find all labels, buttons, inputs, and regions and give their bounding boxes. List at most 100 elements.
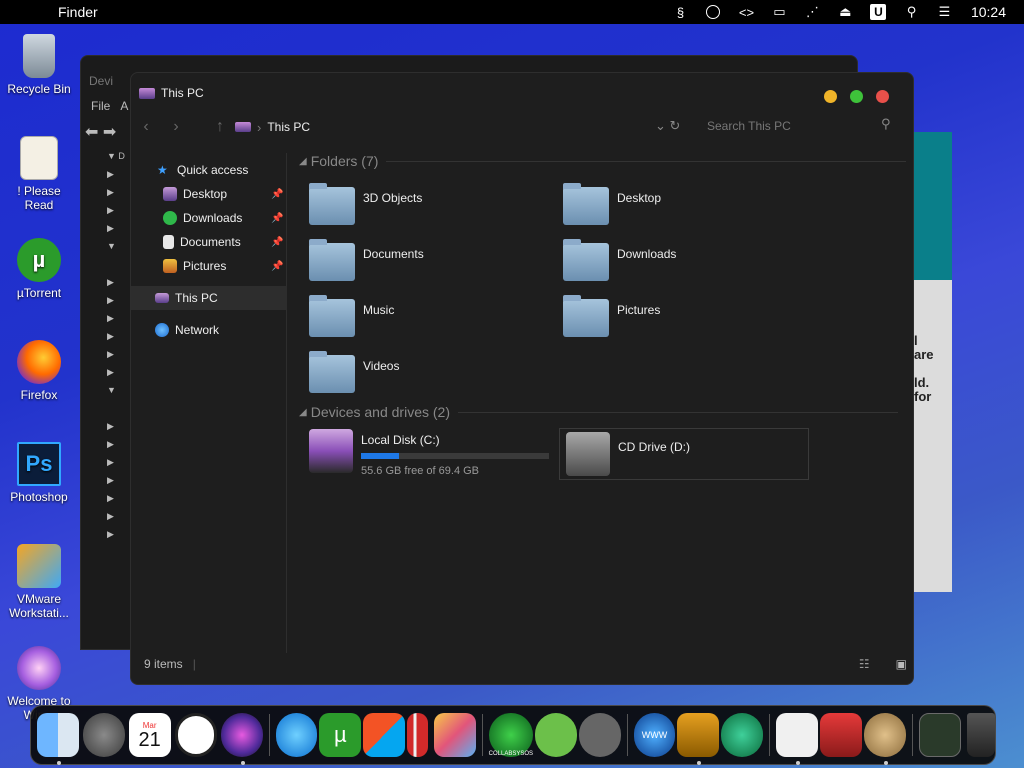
nav-item-quick-access[interactable]: ★ Quick access bbox=[131, 158, 287, 182]
music-folder-icon bbox=[309, 295, 355, 337]
documents-folder-icon bbox=[309, 239, 355, 281]
folder-videos[interactable]: Videos bbox=[309, 351, 549, 405]
dock-finder-icon[interactable] bbox=[37, 713, 79, 765]
drive-local-disk-c[interactable]: Local Disk (C:) 55.6 GB free of 69.4 GB bbox=[309, 429, 555, 481]
folder-documents[interactable]: Documents bbox=[309, 239, 549, 293]
utorrent-icon: µ bbox=[17, 238, 61, 282]
pictures-icon bbox=[163, 259, 177, 273]
cube-folder-icon bbox=[309, 183, 355, 225]
tree-expander[interactable]: ▼ D bbox=[107, 151, 131, 169]
drive-label: Local Disk (C:) bbox=[361, 433, 440, 447]
desktop-icon-label: VMware Workstati... bbox=[9, 592, 69, 620]
dock-www-icon[interactable]: WWW bbox=[633, 713, 676, 757]
code-icon[interactable]: <> bbox=[730, 0, 763, 24]
dock-utorrent-icon[interactable]: µ bbox=[319, 713, 362, 757]
dock-terminal-icon[interactable] bbox=[918, 713, 961, 757]
dock-clock-icon[interactable] bbox=[174, 713, 217, 757]
nav-item-this-pc[interactable]: This PC bbox=[131, 286, 287, 310]
nav-item-network[interactable]: Network bbox=[131, 318, 287, 342]
folder-music[interactable]: Music bbox=[309, 295, 549, 349]
refresh-icon[interactable]: ⌄ ↻ bbox=[655, 118, 680, 134]
dock-trash-icon[interactable] bbox=[966, 713, 996, 757]
eject-icon[interactable]: ⏏ bbox=[829, 0, 862, 24]
desktop-icon-firefox[interactable]: Firefox bbox=[4, 340, 74, 402]
desktop-icon bbox=[163, 187, 177, 201]
dock-utilities-icon[interactable] bbox=[578, 713, 621, 757]
dock-collabsysos-icon[interactable]: COLLABSYSOS bbox=[489, 713, 533, 757]
display-icon[interactable]: ▭ bbox=[763, 0, 796, 24]
up-icon[interactable]: ↑ bbox=[205, 118, 235, 136]
dock-calendar-icon[interactable]: Mar 21 bbox=[128, 713, 171, 757]
close-button[interactable] bbox=[876, 90, 889, 103]
collapse-icon[interactable]: ◢ bbox=[299, 156, 307, 167]
minimize-button[interactable] bbox=[824, 90, 837, 103]
u-app-icon[interactable]: U bbox=[862, 0, 895, 24]
back-icon[interactable]: ‹ bbox=[131, 118, 161, 136]
dock: Mar 21 µ COLLABSYSOS WWW bbox=[30, 705, 996, 765]
breadcrumb[interactable]: This PC bbox=[267, 120, 310, 134]
control-center-icon[interactable]: ☰ bbox=[928, 0, 961, 24]
dock-toolbox-icon[interactable] bbox=[819, 713, 862, 757]
back-forward-arrows-icon[interactable]: ⬅ ➡ bbox=[85, 122, 116, 142]
dock-parallels-icon[interactable] bbox=[407, 713, 429, 757]
desktop-icon-recycle-bin[interactable]: Recycle Bin bbox=[4, 34, 74, 96]
power-icon[interactable] bbox=[697, 0, 730, 24]
window-title: This PC bbox=[161, 86, 204, 100]
nav-item-pictures[interactable]: Pictures 📌 bbox=[131, 254, 287, 278]
pin-icon[interactable]: 📌 bbox=[271, 189, 283, 200]
dock-money-bag-icon[interactable] bbox=[863, 713, 906, 765]
vmware-icon bbox=[17, 544, 61, 588]
zoom-button[interactable] bbox=[850, 90, 863, 103]
dock-link-icon[interactable] bbox=[534, 713, 577, 757]
folders-group-header[interactable]: ◢ Folders (7) bbox=[299, 153, 907, 169]
nav-item-desktop[interactable]: Desktop 📌 bbox=[131, 182, 287, 206]
dock-documents-icon[interactable] bbox=[776, 713, 818, 765]
forward-icon[interactable]: › bbox=[161, 118, 191, 136]
desktop-icon-label: µTorrent bbox=[16, 286, 62, 300]
dock-safari-icon[interactable] bbox=[275, 713, 318, 757]
desktop-icon-please-read[interactable]: ! Please Read bbox=[4, 136, 74, 212]
dock-windows-icon[interactable] bbox=[363, 713, 406, 757]
star-icon: ★ bbox=[157, 163, 168, 177]
nav-item-downloads[interactable]: Downloads 📌 bbox=[131, 206, 287, 230]
folder-downloads[interactable]: Downloads bbox=[563, 239, 803, 293]
folder-desktop[interactable]: Desktop bbox=[563, 183, 803, 237]
large-icons-view-icon[interactable]: ▣ bbox=[896, 657, 907, 671]
desktop-icon-photoshop[interactable]: Ps Photoshop bbox=[4, 442, 74, 504]
desktop-icon-vmware[interactable]: VMware Workstati... bbox=[4, 544, 74, 620]
drive-cd-d[interactable]: CD Drive (D:) bbox=[559, 428, 809, 480]
collapse-icon[interactable]: ◢ bbox=[299, 407, 307, 418]
search-icon[interactable]: ⚲ bbox=[881, 116, 891, 132]
pictures-folder-icon bbox=[563, 295, 609, 337]
script-icon[interactable]: § bbox=[664, 0, 697, 24]
dock-network-app-icon[interactable] bbox=[721, 713, 764, 757]
pin-icon[interactable]: 📌 bbox=[271, 261, 283, 272]
folder-3d-objects[interactable]: 3D Objects bbox=[309, 183, 549, 237]
strip-text: l are ld. for bbox=[914, 333, 934, 404]
desktop-icon-label: Recycle Bin bbox=[7, 82, 71, 96]
address-bar: ‹ › ↑ › This PC ⌄ ↻ Search This PC ⚲ bbox=[131, 113, 913, 141]
drive-label: CD Drive (D:) bbox=[618, 440, 690, 454]
pin-icon[interactable]: 📌 bbox=[271, 213, 283, 224]
menubar-clock[interactable]: 10:24 bbox=[961, 4, 1024, 20]
dock-siri-icon[interactable] bbox=[220, 713, 263, 765]
details-view-icon[interactable]: ☷ bbox=[859, 657, 870, 671]
dock-downloader-icon[interactable] bbox=[677, 713, 720, 765]
file-menu[interactable]: File A bbox=[91, 99, 128, 113]
drives-group-header[interactable]: ◢ Devices and drives (2) bbox=[299, 404, 898, 420]
window-titlebar[interactable]: This PC bbox=[131, 73, 913, 113]
spotlight-search-icon[interactable]: ⚲ bbox=[895, 0, 928, 24]
this-pc-window[interactable]: This PC ‹ › ↑ › This PC ⌄ ↻ Search This … bbox=[130, 72, 914, 685]
dock-launchpad-icon[interactable] bbox=[82, 713, 125, 757]
pin-icon[interactable]: 📌 bbox=[271, 237, 283, 248]
nav-item-documents[interactable]: Documents 📌 bbox=[131, 230, 287, 254]
search-input[interactable]: Search This PC bbox=[707, 119, 791, 133]
wifi-off-icon[interactable]: ⋰ bbox=[796, 0, 829, 24]
folder-pictures[interactable]: Pictures bbox=[563, 295, 803, 349]
app-menu-finder[interactable]: Finder bbox=[58, 4, 98, 20]
navigation-pane: ★ Quick access Desktop 📌 Downloads 📌 Doc… bbox=[131, 153, 287, 653]
cd-drive-icon bbox=[566, 432, 610, 476]
desktop-icon-utorrent[interactable]: µ µTorrent bbox=[4, 238, 74, 300]
background-window-title: Devi bbox=[89, 74, 114, 88]
dock-preview-icon[interactable] bbox=[434, 713, 476, 757]
